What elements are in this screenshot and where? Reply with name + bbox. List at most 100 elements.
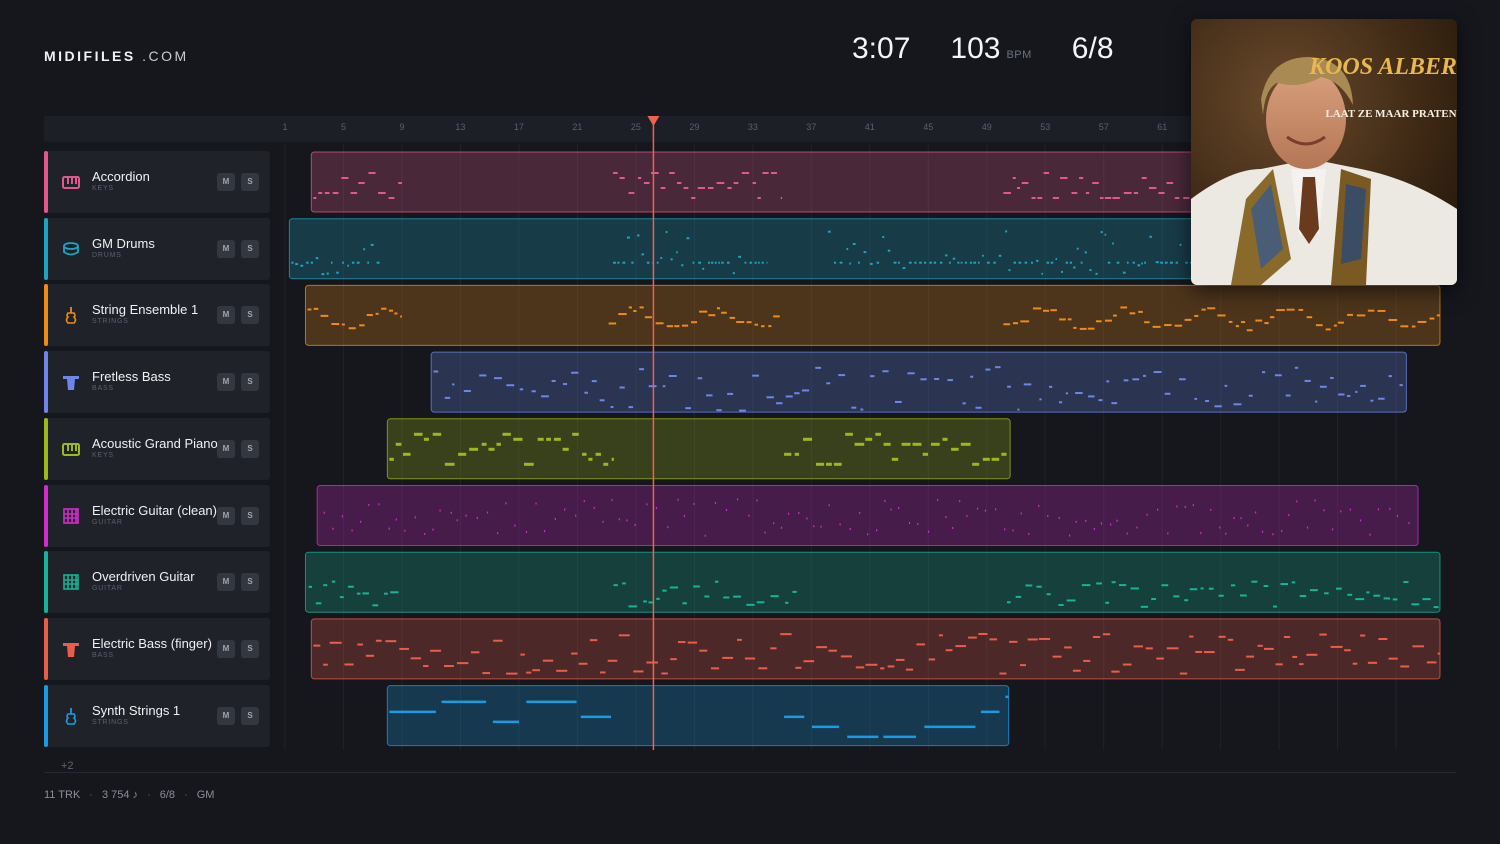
- ruler-bar-label: 1: [282, 122, 287, 132]
- midi-note: [564, 508, 566, 511]
- mute-button[interactable]: M: [217, 506, 235, 525]
- solo-button[interactable]: S: [241, 639, 259, 658]
- midi-note: [571, 371, 579, 374]
- midi-note: [969, 261, 973, 264]
- midi-note: [631, 261, 634, 264]
- midi-note: [1309, 589, 1318, 592]
- midi-note: [1079, 177, 1084, 179]
- solo-button[interactable]: S: [241, 373, 259, 392]
- midi-note: [1299, 663, 1304, 666]
- clip[interactable]: [304, 551, 1441, 613]
- mute-button[interactable]: M: [217, 373, 235, 392]
- midi-note: [1084, 251, 1087, 254]
- mute-button[interactable]: M: [217, 706, 235, 725]
- midi-note: [644, 316, 652, 319]
- track-header[interactable]: Accordion KEYS M S: [44, 151, 270, 213]
- midi-note: [1072, 669, 1081, 672]
- track-header[interactable]: Electric Bass (finger) BASS M S: [44, 617, 270, 680]
- clip[interactable]: [310, 618, 1441, 680]
- midi-note: [588, 457, 593, 461]
- midi-note: [816, 646, 828, 649]
- midi-note: [893, 261, 897, 264]
- track-header[interactable]: GM Drums DRUMS M S: [44, 217, 270, 280]
- midi-note: [1087, 327, 1095, 330]
- solo-button[interactable]: S: [241, 173, 259, 191]
- track-name: Fretless Bass: [92, 369, 171, 385]
- midi-note: [613, 261, 616, 264]
- midi-note: [1144, 321, 1150, 324]
- midi-note: [1179, 243, 1182, 246]
- midi-note: [813, 525, 815, 528]
- midi-note: [313, 197, 317, 199]
- midi-note: [674, 325, 680, 328]
- midi-note: [1276, 309, 1285, 312]
- mute-button[interactable]: M: [217, 239, 235, 258]
- midi-note: [721, 261, 724, 264]
- midi-note: [1377, 309, 1386, 312]
- midi-note: [1100, 522, 1103, 525]
- clip[interactable]: [304, 284, 1441, 346]
- clip[interactable]: [386, 418, 1011, 480]
- mute-button[interactable]: M: [217, 439, 235, 458]
- midi-note: [968, 636, 977, 639]
- mute-button[interactable]: M: [217, 306, 235, 325]
- midi-note: [964, 261, 968, 264]
- midi-note: [1111, 670, 1120, 673]
- midi-note: [801, 389, 810, 392]
- midi-note: [758, 261, 760, 264]
- clip-region[interactable]: [386, 418, 1011, 480]
- midi-note: [955, 645, 967, 648]
- midi-note: [1417, 320, 1427, 323]
- midi-note: [1388, 318, 1398, 321]
- midi-note: [599, 399, 605, 402]
- midi-note: [1041, 272, 1044, 275]
- mute-button[interactable]: M: [217, 173, 235, 191]
- solo-button[interactable]: S: [241, 706, 259, 725]
- midi-note: [729, 316, 736, 319]
- playhead-marker[interactable]: [647, 116, 660, 126]
- midi-note: [502, 432, 511, 436]
- track-header[interactable]: Overdriven Guitar GUITAR M S: [44, 551, 270, 614]
- solo-button[interactable]: S: [241, 506, 259, 525]
- clip[interactable]: [430, 351, 1407, 413]
- midi-note: [362, 592, 369, 595]
- midi-note: [960, 261, 963, 264]
- solo-button[interactable]: S: [241, 439, 259, 458]
- clip[interactable]: [386, 685, 1010, 747]
- clip-region[interactable]: [430, 351, 1407, 413]
- midi-note: [1283, 635, 1291, 638]
- solo-button[interactable]: S: [241, 306, 259, 325]
- midi-note: [628, 306, 632, 309]
- midi-note: [1399, 384, 1403, 387]
- midi-note: [761, 261, 764, 264]
- track-header[interactable]: Synth Strings 1 STRINGS M S: [44, 684, 270, 747]
- track-header[interactable]: Fretless Bass BASS M S: [44, 351, 270, 414]
- midi-note: [907, 372, 915, 375]
- midi-note: [876, 529, 878, 532]
- clip-region[interactable]: [316, 485, 1419, 546]
- midi-note: [966, 515, 968, 518]
- midi-note: [1059, 318, 1066, 321]
- more-tracks-indicator[interactable]: +2: [61, 760, 74, 772]
- midi-note: [948, 261, 951, 264]
- clip-region[interactable]: [304, 284, 1441, 346]
- midi-note: [351, 261, 355, 264]
- ruler-bar-label: 37: [806, 122, 816, 132]
- midi-note: [1426, 661, 1437, 664]
- midi-note: [1291, 581, 1296, 584]
- track-header[interactable]: Electric Guitar (clean) GUITAR M S: [44, 484, 270, 547]
- mute-button[interactable]: M: [217, 573, 235, 592]
- clip[interactable]: [316, 485, 1419, 546]
- midi-note: [976, 507, 979, 510]
- solo-button[interactable]: S: [241, 573, 259, 592]
- track-header[interactable]: String Ensemble 1 STRINGS M S: [44, 284, 270, 347]
- track-category: KEYS: [92, 451, 114, 459]
- midi-note: [562, 383, 568, 386]
- midi-note: [1166, 647, 1179, 650]
- solo-button[interactable]: S: [241, 239, 259, 258]
- midi-note: [828, 504, 830, 507]
- clip-region[interactable]: [304, 551, 1441, 613]
- mute-button[interactable]: M: [217, 639, 235, 658]
- track-header[interactable]: Acoustic Grand Piano KEYS M S: [44, 417, 270, 480]
- midi-note: [746, 603, 755, 606]
